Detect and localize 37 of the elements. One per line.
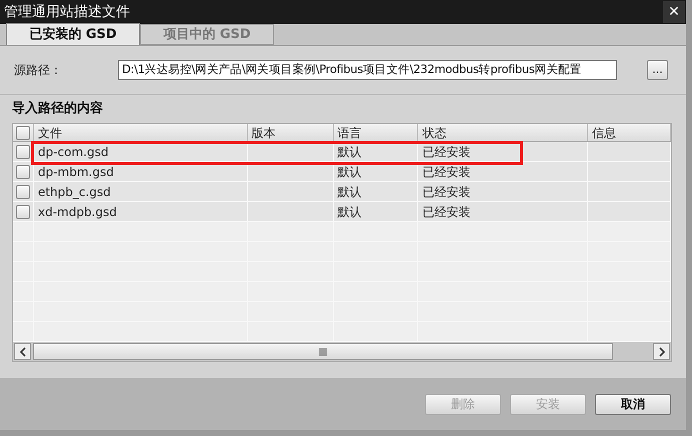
column-header[interactable]: 版本 <box>248 124 334 141</box>
checkbox[interactable] <box>16 204 30 218</box>
column-header[interactable]: 状态 <box>418 124 588 141</box>
browse-button[interactable]: ... <box>647 60 668 80</box>
tab[interactable]: 已安装的 GSD <box>6 23 140 45</box>
checkbox[interactable] <box>16 164 30 178</box>
column-header[interactable]: 信息 <box>588 124 671 141</box>
table-cell-text: dp-com.gsd <box>38 144 108 160</box>
table-cell-text: xd-mdpb.gsd <box>38 204 117 220</box>
column-header[interactable]: 文件 <box>34 124 248 141</box>
checkbox[interactable] <box>16 184 30 198</box>
table-cell-text: 已经安装 <box>422 204 470 220</box>
window-title: 管理通用站描述文件 <box>4 2 130 22</box>
dialog-button[interactable]: 取消 <box>595 394 671 414</box>
checkbox[interactable] <box>16 144 30 158</box>
scroll-right-button[interactable] <box>653 343 670 360</box>
table-cell-text: ethpb_c.gsd <box>38 184 111 200</box>
table-cell-text: 已经安装 <box>422 164 470 180</box>
right-chevron-icon <box>658 346 666 356</box>
column-header[interactable]: 语言 <box>334 124 418 141</box>
left-chevron-icon <box>18 346 26 356</box>
checkbox[interactable] <box>16 126 30 140</box>
horizontal-scrollbar[interactable] <box>13 342 671 361</box>
table-cell-text: 默认 <box>338 144 362 160</box>
section-title: 导入路径的内容 <box>12 100 104 118</box>
table-cell-text: 默认 <box>338 204 362 220</box>
scroll-left-button[interactable] <box>14 343 31 360</box>
source-path-label: 源路径： <box>14 62 63 79</box>
grip-icon <box>318 348 328 356</box>
source-path-field[interactable]: D:\1兴达易控\网关产品\网关项目案例\Profibus项目文件\232modbus转profibus网关配置 <box>118 60 617 80</box>
table-cell-text: dp-mbm.gsd <box>38 164 114 180</box>
scrollbar-thumb[interactable] <box>33 343 613 360</box>
close-button[interactable]: ✕ <box>663 1 685 23</box>
table-cell-text: 已经安装 <box>422 144 470 160</box>
table-cell-text: 默认 <box>338 164 362 180</box>
table-cell-text: 默认 <box>338 184 362 200</box>
table-cell-text: 已经安装 <box>422 184 470 200</box>
